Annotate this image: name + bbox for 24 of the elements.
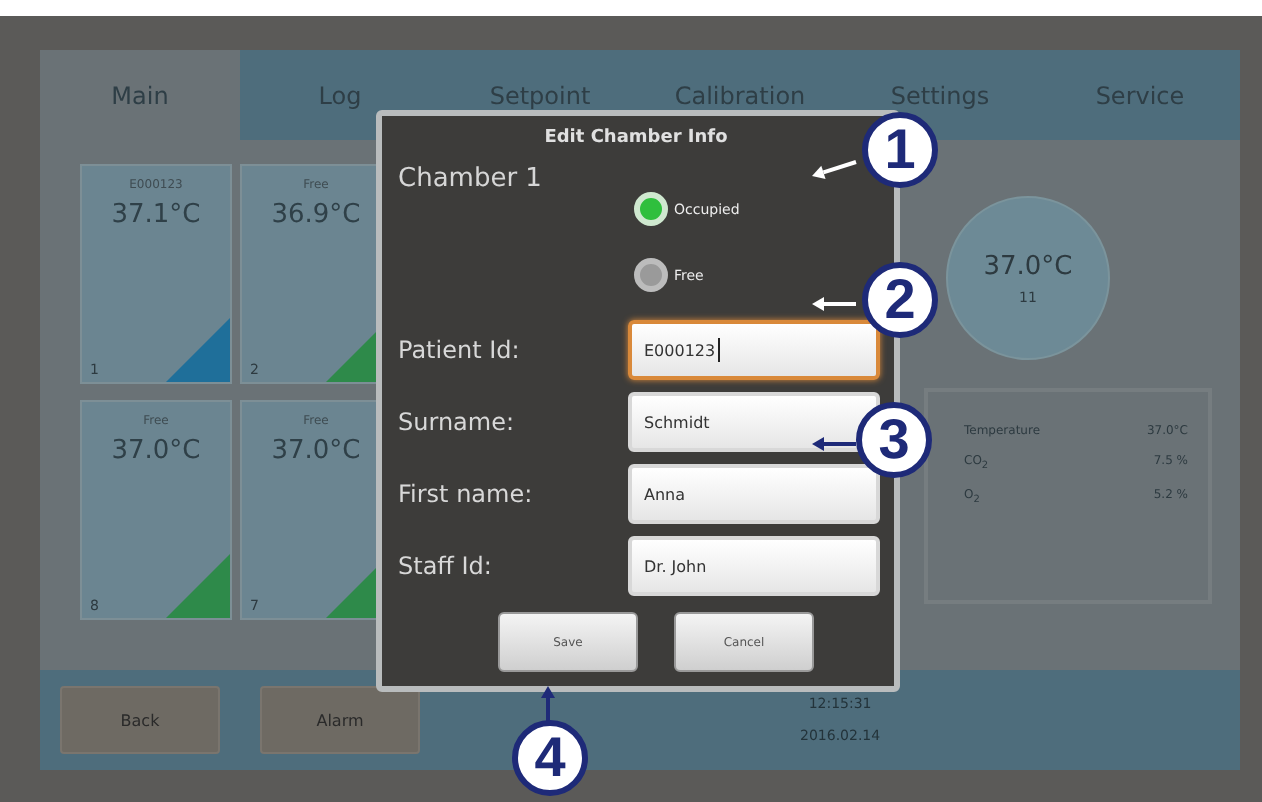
input-field[interactable]: Anna (628, 464, 880, 524)
tile-temperature: 36.9°C (271, 200, 361, 230)
pointer-arrow (812, 297, 856, 311)
tile-temperature: 37.0°C (111, 436, 201, 466)
field-label: Patient Id: (398, 336, 522, 364)
alarm-button[interactable]: Alarm (260, 686, 420, 754)
gauge-temperature: 37.0°C (983, 251, 1073, 281)
input-field[interactable]: Dr. John (628, 536, 880, 596)
field-label: Surname: (398, 408, 517, 436)
radio-button[interactable] (634, 192, 668, 226)
tile-temperature: 37.1°C (111, 200, 201, 230)
dialog-title: Edit Chamber Info (544, 128, 728, 148)
radio-button[interactable] (634, 258, 668, 292)
pointer-arrow (541, 686, 555, 722)
field-label: First name: (398, 480, 535, 508)
pointer-arrow (812, 437, 856, 451)
field-label: Staff Id: (398, 552, 494, 580)
pointer-arrow (812, 160, 857, 180)
input-field[interactable]: Schmidt (628, 392, 880, 452)
tile-temperature: 37.0°C (271, 436, 361, 466)
chamber-label: Chamber 1 (398, 164, 544, 198)
tab[interactable]: Main (40, 50, 240, 140)
input-field[interactable]: E000123 (628, 320, 880, 380)
back-button[interactable]: Back (60, 686, 220, 754)
